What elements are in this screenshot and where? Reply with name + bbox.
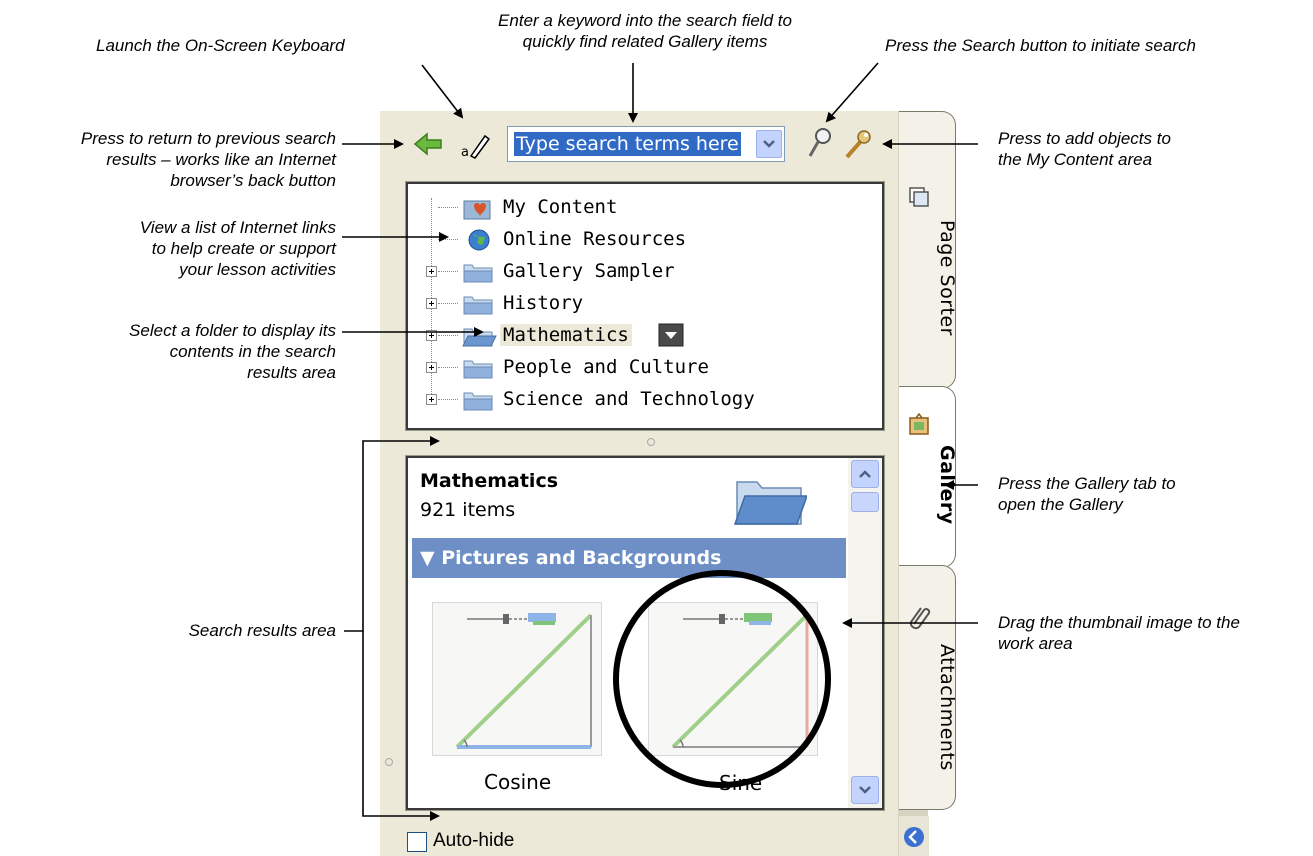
callout-internet-links-line: your lesson activities [179,260,336,279]
callout-internet-links-line: to help create or support [151,239,336,258]
callout-drag-thumbnail: Drag the thumbnail image to the work are… [998,612,1310,654]
keyboard-arrow [421,64,464,119]
callout-gallery-tab-line: Press the Gallery tab to [998,474,1176,493]
callout-keyword: Enter a keyword into the search field to… [440,10,850,52]
results-bracket-bottom [362,631,440,821]
callout-drag-thumbnail-line: work area [998,634,1073,653]
callout-internet-links: View a list of Internet links to help cr… [0,217,336,280]
highlight-circle [613,570,831,788]
search-button-arrow [825,62,879,123]
callout-select-folder: Select a folder to display its contents … [0,320,336,383]
callout-keyword-line: Enter a keyword into the search field to [498,11,792,30]
callout-gallery-tab: Press the Gallery tab to open the Galler… [998,473,1298,515]
callout-select-folder-line: Select a folder to display its [129,321,336,340]
callout-results-area: Search results area [188,621,336,640]
callout-internet-links-line: View a list of Internet links [139,218,336,237]
callout-keyword-line: quickly find related Gallery items [522,32,768,51]
callout-back: Press to return to previous search resul… [0,128,336,191]
callout-drag-thumbnail-line: Drag the thumbnail image to the [998,613,1240,632]
callout-select-folder-line: contents in the search [169,342,336,361]
callout-keyboard: Launch the On-Screen Keyboard [96,36,345,55]
callout-add-objects-line: the My Content area [998,150,1153,169]
results-bracket-top [344,436,440,632]
callout-add-objects-line: Press to add objects to [998,129,1171,148]
callout-select-folder-line: results area [247,363,336,382]
callout-search-button: Press the Search button to initiate sear… [885,36,1196,55]
callout-back-line: Press to return to previous search [80,129,336,148]
callout-back-line: results – works like an Internet [106,150,336,169]
callout-add-objects: Press to add objects to the My Content a… [998,128,1298,170]
callout-gallery-tab-line: open the Gallery [998,495,1123,514]
callout-back-line: browser’s back button [170,171,336,190]
